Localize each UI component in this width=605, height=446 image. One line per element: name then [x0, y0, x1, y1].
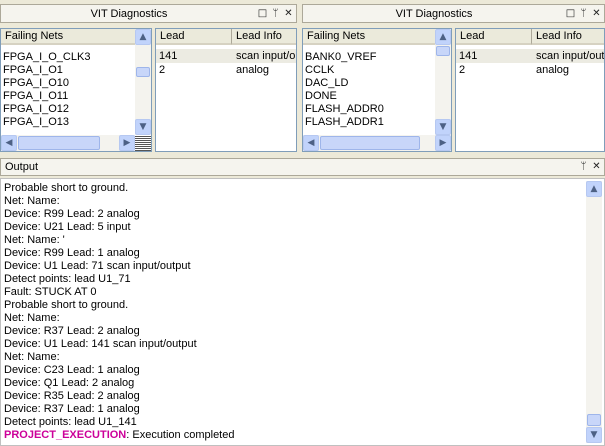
lead-info-cell: scan input/output — [536, 50, 605, 62]
log-line: Net: Name: ' — [4, 234, 65, 246]
lead-column-header[interactable]: Lead — [456, 29, 532, 45]
list-item[interactable]: FPGA_I_O11 — [3, 89, 133, 103]
list-item[interactable]: FPGA_I_O12 — [3, 102, 133, 116]
log-line: Device: R37 Lead: 1 analog — [4, 403, 140, 415]
table-row[interactable]: 141 scan input/output — [156, 49, 296, 63]
list-item[interactable]: DONE — [305, 89, 433, 103]
output-lines: Probable short to ground. Net: Name: Dev… — [4, 182, 584, 442]
log-line: Device: Q1 Lead: 2 analog — [4, 377, 135, 389]
lead-info-column-header[interactable]: Lead Info — [532, 29, 604, 45]
log-line: Detect points: lead U1_71 — [4, 273, 131, 285]
lead-cell: 141 — [459, 50, 478, 62]
lead-cell: 141 — [159, 50, 178, 62]
panel-titlebar: VIT Diagnostics □ ᛘ ✕ — [0, 4, 297, 23]
list-item[interactable]: FPGA_I_O1 — [3, 63, 133, 77]
table-row[interactable]: 2 analog — [156, 63, 296, 77]
list-item[interactable]: DAC_LD — [305, 76, 433, 90]
restore-icon[interactable]: □ — [565, 8, 576, 20]
table-row[interactable]: 141 scan input/output — [456, 49, 605, 63]
list-item[interactable]: CCLK — [305, 63, 433, 77]
log-line: Device: R99 Lead: 1 analog — [4, 247, 140, 259]
log-line: Device: C23 Lead: 1 analog — [4, 364, 140, 376]
list-item[interactable]: FPGA_I_O10 — [3, 76, 133, 90]
failing-nets-list[interactable]: Failing Nets BANK0_VREF CCLK DAC_LD DONE… — [302, 28, 452, 152]
list-item[interactable]: FPGA_I_O_CLK3 — [3, 50, 133, 64]
scroll-down-icon[interactable]: ▼ — [435, 119, 451, 135]
log-line: Probable short to ground. — [4, 299, 129, 311]
scroll-thumb[interactable] — [436, 46, 450, 56]
failing-nets-header[interactable]: Failing Nets — [303, 29, 436, 45]
lead-cell: 2 — [159, 64, 166, 76]
log-line: Net: Name: — [4, 195, 60, 207]
lead-cell: 2 — [459, 64, 466, 76]
panel-title: VIT Diagnostics — [395, 7, 473, 20]
lead-info-column-header[interactable]: Lead Info — [232, 29, 296, 45]
scroll-thumb[interactable] — [18, 136, 100, 150]
lead-info-cell: analog — [236, 64, 270, 76]
list-item[interactable]: FLASH_ADDR1 — [305, 115, 433, 129]
log-line: Probable short to ground. — [4, 182, 129, 194]
scroll-down-icon[interactable]: ▼ — [135, 119, 151, 135]
pin-icon[interactable]: ᛘ — [270, 8, 281, 20]
execution-message: : Execution completed — [126, 429, 235, 441]
close-icon[interactable]: ✕ — [591, 8, 602, 20]
restore-icon[interactable]: □ — [257, 8, 268, 20]
list-item[interactable]: BANK0_VREF — [305, 50, 433, 64]
log-line: Device: R37 Lead: 2 analog — [4, 325, 140, 337]
pin-icon[interactable]: ᛘ — [578, 161, 589, 173]
output-panel: Output ᛘ ✕ Probable short to ground. Net… — [0, 158, 605, 446]
log-line: Fault: STUCK AT 0 — [4, 286, 97, 298]
close-icon[interactable]: ✕ — [283, 8, 294, 20]
lead-info-cell: analog — [536, 64, 570, 76]
project-execution-keyword: PROJECT_EXECUTION — [4, 429, 127, 441]
log-line: Device: U21 Lead: 5 input — [4, 221, 131, 233]
log-line: Detect points: lead U1_141 — [4, 416, 137, 428]
log-line: Device: U1 Lead: 141 scan input/output — [4, 338, 197, 350]
output-titlebar: Output ᛘ ✕ — [0, 158, 605, 176]
scroll-left-icon[interactable]: ◀ — [1, 135, 17, 151]
scroll-right-icon[interactable]: ▶ — [119, 135, 135, 151]
scroll-up-icon[interactable]: ▲ — [135, 29, 151, 45]
vertical-scrollbar[interactable]: ▲ ▼ — [586, 181, 602, 443]
panel-titlebar: VIT Diagnostics □ ᛘ ✕ — [302, 4, 605, 23]
execution-status-line: PROJECT_EXECUTION: Execution completed — [4, 429, 584, 442]
lead-info-cell: scan input/output — [236, 50, 296, 62]
table-row[interactable]: 2 analog — [456, 63, 604, 77]
output-log[interactable]: Probable short to ground. Net: Name: Dev… — [0, 178, 605, 446]
log-line: Device: R99 Lead: 2 analog — [4, 208, 140, 220]
log-line: Net: Name: — [4, 351, 60, 363]
pin-icon[interactable]: ᛘ — [578, 8, 589, 20]
failing-nets-list[interactable]: Failing Nets FPGA_I_O_CLK3 FPGA_I_O1 FPG… — [0, 28, 152, 152]
resize-grip-icon[interactable] — [135, 135, 151, 151]
log-line: Device: U1 Lead: 71 scan input/output — [4, 260, 191, 272]
scroll-thumb[interactable] — [587, 414, 601, 426]
horizontal-scrollbar[interactable]: ◀ ▶ — [1, 135, 135, 151]
lead-table[interactable]: Lead Lead Info 141 scan input/output 2 a… — [155, 28, 297, 152]
vertical-scrollbar[interactable]: ▲ ▼ — [135, 29, 151, 135]
list-item[interactable]: FLASH_ADDR0 — [305, 102, 433, 116]
panel-title: VIT Diagnostics — [90, 7, 168, 20]
scroll-up-icon[interactable]: ▲ — [435, 29, 451, 45]
list-item[interactable]: FPGA_I_O13 — [3, 115, 133, 129]
scroll-left-icon[interactable]: ◀ — [303, 135, 319, 151]
close-icon[interactable]: ✕ — [591, 161, 602, 173]
lead-table[interactable]: Lead Lead Info 141 scan input/output 2 a… — [455, 28, 605, 152]
log-line: Net: Name: — [4, 312, 60, 324]
scroll-right-icon[interactable]: ▶ — [435, 135, 451, 151]
failing-nets-header[interactable]: Failing Nets — [1, 29, 136, 45]
vertical-scrollbar[interactable]: ▲ ▼ — [435, 29, 451, 135]
horizontal-scrollbar[interactable]: ◀ ▶ — [303, 135, 451, 151]
output-title: Output — [5, 161, 39, 173]
scroll-down-icon[interactable]: ▼ — [586, 427, 602, 443]
scroll-thumb[interactable] — [320, 136, 420, 150]
lead-column-header[interactable]: Lead — [156, 29, 232, 45]
scroll-thumb[interactable] — [136, 67, 150, 77]
vit-diagnostics-panel-right: VIT Diagnostics □ ᛘ ✕ Failing Nets BANK0… — [302, 4, 605, 152]
scroll-up-icon[interactable]: ▲ — [586, 181, 602, 197]
vit-diagnostics-panel-left: VIT Diagnostics □ ᛘ ✕ Failing Nets FPGA_… — [0, 4, 297, 152]
log-line: Device: R35 Lead: 2 analog — [4, 390, 140, 402]
